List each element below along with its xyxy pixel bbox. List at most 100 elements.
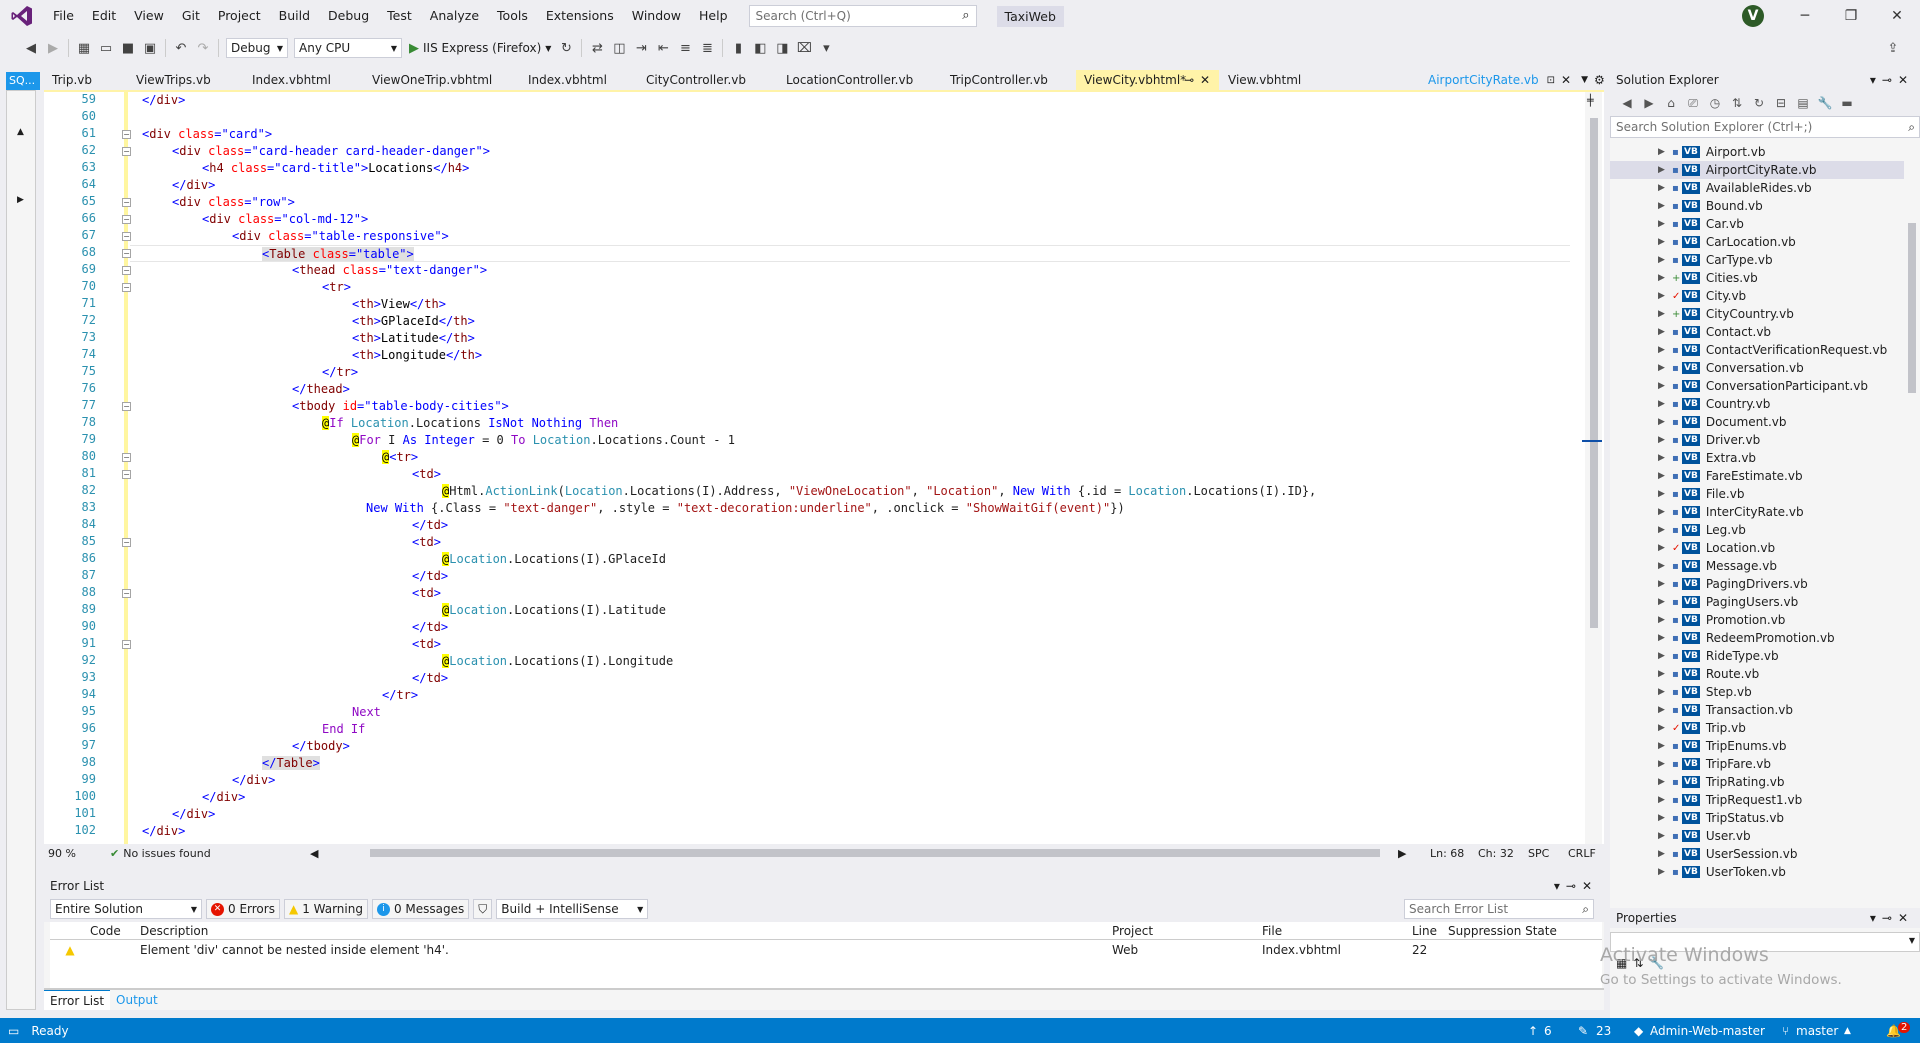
solution-tree-item[interactable]: ▶ ▪ VB CarType.vb <box>1610 251 1904 269</box>
chevron-right-icon[interactable]: ▶ <box>1658 777 1672 787</box>
solution-tree-item[interactable]: ▶ ▪ VB Route.vb <box>1610 665 1904 683</box>
solution-platform-select[interactable]: Any CPU ▼ <box>294 38 402 58</box>
back-icon[interactable]: ◀ <box>1616 93 1638 113</box>
screenshot-icon[interactable]: ◫ <box>608 37 630 59</box>
menu-analyze[interactable]: Analyze <box>421 0 488 32</box>
solution-tree-item[interactable]: ▶ ▪ VB Step.vb <box>1610 683 1904 701</box>
sync-icon[interactable]: ⇅ <box>1726 93 1748 113</box>
repository-name[interactable]: Admin-Web-master <box>1650 1024 1765 1038</box>
tab-citycontroller-vb[interactable]: CityController.vb <box>638 70 778 90</box>
solution-tree-item[interactable]: ▶ ▪ VB User.vb <box>1610 827 1904 845</box>
outdent-icon[interactable]: ⇤ <box>652 37 674 59</box>
solution-tree-item[interactable]: ▶ ▪ VB FareEstimate.vb <box>1610 467 1904 485</box>
solution-tree-item[interactable]: ▶ + VB CityCountry.vb <box>1610 305 1904 323</box>
menu-test[interactable]: Test <box>378 0 421 32</box>
solution-tree-item[interactable]: ▶ ▪ VB File.vb <box>1610 485 1904 503</box>
chevron-right-icon[interactable]: ▶ <box>1658 705 1672 715</box>
redo-icon[interactable]: ↷ <box>192 37 214 59</box>
chevron-right-icon[interactable]: ▶ <box>1658 633 1672 643</box>
table-row[interactable]: ▲ Element 'div' cannot be nested inside … <box>50 940 1602 960</box>
tab-error-list[interactable]: Error List <box>44 990 111 1010</box>
indent-icon[interactable]: ⇥ <box>630 37 652 59</box>
chevron-right-icon[interactable]: ▶ <box>1658 849 1672 859</box>
solution-tree-item[interactable]: ▶ ▪ VB Country.vb <box>1610 395 1904 413</box>
chevron-right-icon[interactable]: ▶ <box>1658 435 1672 445</box>
close-tab-icon[interactable]: ✕ <box>1200 70 1210 90</box>
solution-tree-item[interactable]: ▶ ▪ VB Extra.vb <box>1610 449 1904 467</box>
col-line[interactable]: Line <box>1412 922 1448 939</box>
keep-open-icon[interactable]: ⊡ <box>1547 75 1555 86</box>
horizontal-scroll-thumb[interactable] <box>370 849 1380 857</box>
tab-locationcontroller-vb[interactable]: LocationController.vb <box>778 70 942 90</box>
error-list-search-input[interactable]: Search Error List ⌕ <box>1404 899 1594 919</box>
toolbar-overflow-icon[interactable]: ▾ <box>815 37 837 59</box>
solution-tree-item[interactable]: ▶ ▪ VB AvailableRides.vb <box>1610 179 1904 197</box>
solution-tree-item[interactable]: ▶ ▪ VB Document.vb <box>1610 413 1904 431</box>
tab-output[interactable]: Output <box>110 990 164 1010</box>
chevron-right-icon[interactable]: ▶ <box>17 195 24 205</box>
repo-icon[interactable]: ◆ <box>1634 1024 1643 1038</box>
solution-tree-item[interactable]: ▶ ▪ VB TripStatus.vb <box>1610 809 1904 827</box>
prev-bookmark-icon[interactable]: ◧ <box>749 37 771 59</box>
show-all-files-icon[interactable]: ▤ <box>1792 93 1814 113</box>
tab-airportcityrate-vb-preview[interactable]: AirportCityRate.vb <box>1428 73 1539 87</box>
tab-viewonetrip-vbhtml[interactable]: ViewOneTrip.vbhtml <box>364 70 520 90</box>
errors-filter-button[interactable]: ✕ 0 Errors <box>206 899 280 919</box>
tab-index-vbhtml[interactable]: Index.vbhtml <box>244 70 364 90</box>
undo-icon[interactable]: ↶ <box>170 37 192 59</box>
split-icon[interactable]: ╪ <box>1587 94 1594 107</box>
solution-tree-item[interactable]: ▶ ▪ VB Message.vb <box>1610 557 1904 575</box>
solution-tree-item[interactable]: ▶ ▪ VB Transaction.vb <box>1610 701 1904 719</box>
col-project[interactable]: Project <box>1112 922 1262 939</box>
forward-icon[interactable]: ▶ <box>42 37 64 59</box>
chevron-right-icon[interactable]: ▶ <box>1658 453 1672 463</box>
chevron-right-icon[interactable]: ▶ <box>1658 417 1672 427</box>
tab-viewtrips-vb[interactable]: ViewTrips.vb <box>128 70 244 90</box>
menu-extensions[interactable]: Extensions <box>537 0 623 32</box>
chevron-up-icon[interactable]: ▲ <box>1844 1026 1851 1036</box>
search-input[interactable]: Search (Ctrl+Q) ⌕ <box>748 5 977 27</box>
chevron-right-icon[interactable]: ▶ <box>1658 489 1672 499</box>
col-description[interactable]: Description <box>140 922 1112 939</box>
next-bookmark-icon[interactable]: ◨ <box>771 37 793 59</box>
tab-index-vbhtml-2[interactable]: Index.vbhtml <box>520 70 638 90</box>
clear-bookmarks-icon[interactable]: ⌧ <box>793 37 815 59</box>
solution-tree-item[interactable]: ▶ ▪ VB Airport.vb <box>1610 143 1904 161</box>
solution-explorer-search-input[interactable]: Search Solution Explorer (Ctrl+;) ⌕ <box>1610 116 1920 138</box>
menu-window[interactable]: Window <box>623 0 690 32</box>
scroll-right-icon[interactable]: ▶ <box>1398 847 1406 860</box>
solution-tree-item[interactable]: ▶ ▪ VB Contact.vb <box>1610 323 1904 341</box>
unpushed-commits-icon[interactable]: ↑ <box>1528 1024 1538 1038</box>
solution-tree-item[interactable]: ▶ ▪ VB RedeemPromotion.vb <box>1610 629 1904 647</box>
indent-mode-indicator[interactable]: SPC <box>1528 847 1549 860</box>
chevron-right-icon[interactable]: ▶ <box>1658 687 1672 697</box>
solution-tree-item[interactable]: ▶ ▪ VB TripEnums.vb <box>1610 737 1904 755</box>
chevron-right-icon[interactable]: ▶ <box>1658 795 1672 805</box>
issues-status[interactable]: No issues found <box>123 847 210 860</box>
chevron-right-icon[interactable]: ▶ <box>1658 345 1672 355</box>
solution-tree-item[interactable]: ▶ ▪ VB TripRating.vb <box>1610 773 1904 791</box>
se-scroll-thumb[interactable] <box>1908 223 1916 393</box>
visual-studio-logo-icon[interactable] <box>0 0 44 32</box>
branch-name[interactable]: master <box>1796 1024 1838 1038</box>
solution-tree-item[interactable]: ▶ ▪ VB Driver.vb <box>1610 431 1904 449</box>
chevron-right-icon[interactable]: ▶ <box>1658 597 1672 607</box>
chevron-right-icon[interactable]: ▶ <box>1658 741 1672 751</box>
scroll-left-icon[interactable]: ◀ <box>310 847 318 860</box>
solution-tree-item[interactable]: ▶ ▪ VB TripFare.vb <box>1610 755 1904 773</box>
minimize-icon[interactable]: ─ <box>1782 0 1828 32</box>
chevron-right-icon[interactable]: ▶ <box>1658 399 1672 409</box>
code-text-area[interactable]: </div> <div class="card"> <div class="ca… <box>130 92 1570 844</box>
tab-viewcity-vbhtml[interactable]: ViewCity.vbhtml* ⊸ ✕ <box>1076 70 1220 90</box>
menu-file[interactable]: File <box>44 0 83 32</box>
home-icon[interactable]: ⌂ <box>1660 93 1682 113</box>
bookmark-icon[interactable]: ▮ <box>727 37 749 59</box>
forward-icon[interactable]: ▶ <box>1638 93 1660 113</box>
menu-git[interactable]: Git <box>173 0 209 32</box>
chevron-right-icon[interactable]: ▶ <box>1658 327 1672 337</box>
pin-icon[interactable]: ⊸ <box>1184 70 1194 90</box>
pending-changes-count[interactable]: 23 <box>1596 1024 1611 1038</box>
menu-edit[interactable]: Edit <box>83 0 125 32</box>
solution-tree-item[interactable]: ▶ ▪ VB Car.vb <box>1610 215 1904 233</box>
build-intellisense-select[interactable]: Build + IntelliSense ▼ <box>496 899 649 919</box>
